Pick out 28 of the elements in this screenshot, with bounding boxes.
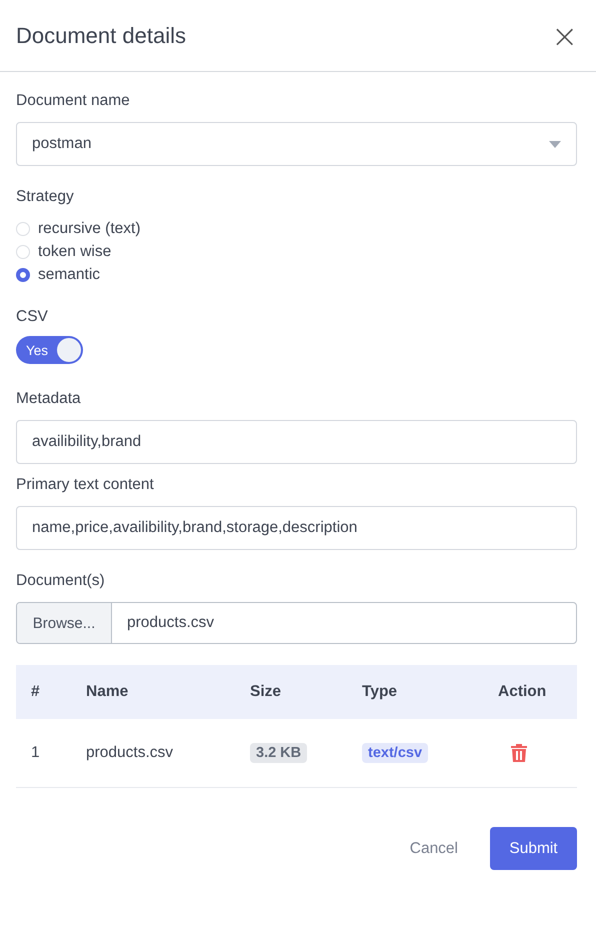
field-label: Document name bbox=[16, 92, 130, 110]
column-header: Name bbox=[85, 665, 249, 719]
field-label: Strategy bbox=[16, 188, 74, 206]
submit-button[interactable]: Submit bbox=[490, 827, 577, 870]
field-label: CSV bbox=[16, 308, 48, 326]
column-header: # bbox=[16, 665, 85, 719]
column-header: Size bbox=[249, 665, 361, 719]
size-badge: 3.2 KB bbox=[250, 743, 308, 763]
field-label: Primary text content bbox=[16, 476, 154, 494]
field-label: Document(s) bbox=[16, 572, 105, 590]
table-cell: 1 bbox=[16, 719, 85, 788]
table-cell: products.csv bbox=[85, 719, 249, 788]
radio-label[interactable]: recursive (text) bbox=[38, 220, 140, 238]
cancel-button[interactable]: Cancel bbox=[396, 827, 472, 870]
delete-icon[interactable] bbox=[511, 744, 527, 762]
type-badge: text/csv bbox=[362, 743, 428, 763]
column-header: Type bbox=[361, 665, 497, 719]
metadata-field[interactable]: availibility,brand bbox=[16, 420, 577, 464]
column-header: Action bbox=[497, 665, 577, 719]
document-name-dropdown[interactable]: postman bbox=[16, 122, 577, 166]
toggle-switch[interactable]: Yes bbox=[16, 336, 83, 364]
dialog-title: Document details bbox=[16, 22, 186, 48]
radio-label[interactable]: semantic bbox=[38, 266, 100, 284]
caret-icon bbox=[549, 140, 561, 148]
field-label: Metadata bbox=[16, 390, 81, 408]
radio-label[interactable]: token wise bbox=[38, 243, 112, 261]
primary-text-field[interactable]: name,price,availibility,brand,storage,description bbox=[16, 506, 577, 550]
radio-button[interactable] bbox=[16, 268, 30, 282]
